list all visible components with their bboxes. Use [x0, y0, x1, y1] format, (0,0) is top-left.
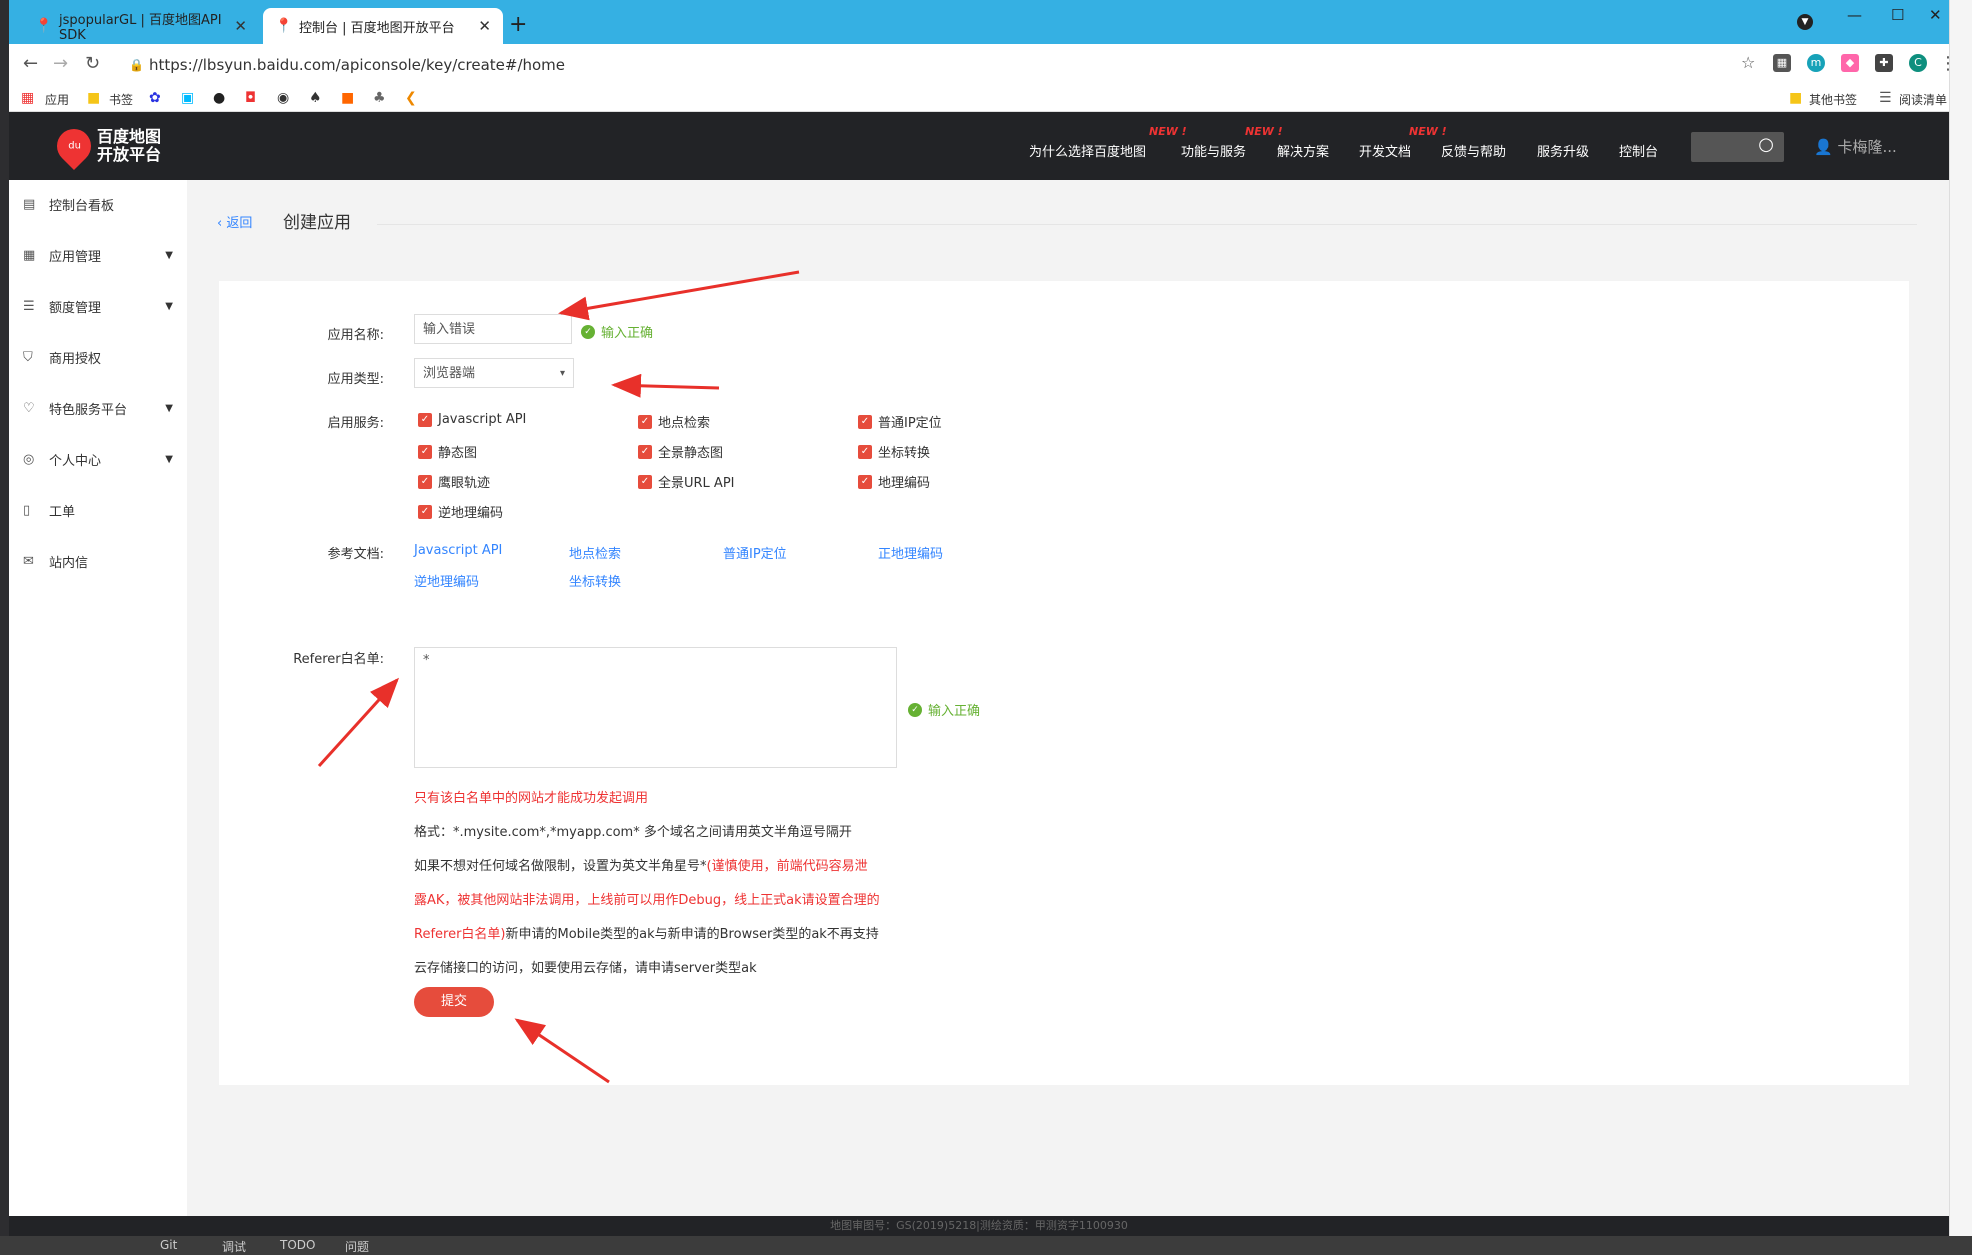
annotation-arrows — [317, 270, 800, 1084]
taskbar-todo[interactable]: TODO — [280, 1238, 315, 1252]
arrow-to-submit — [514, 1018, 610, 1084]
left-desktop-strip — [0, 0, 9, 1255]
arrow-to-app-name — [558, 270, 800, 321]
taskbar-problems[interactable]: 问题 — [345, 1238, 369, 1255]
right-scrollbar[interactable] — [1949, 0, 1972, 1255]
ide-taskbar: Git 调试 TODO 问题 — [0, 1236, 1972, 1255]
browser-window: 📍 jspopularGL | 百度地图API SDK ✕ 📍 控制台 | 百度… — [9, 0, 1949, 1236]
arrow-to-app-type — [611, 373, 720, 398]
taskbar-debug[interactable]: 调试 — [222, 1238, 246, 1255]
arrow-to-referer — [317, 677, 400, 768]
taskbar-git[interactable]: Git — [160, 1238, 177, 1252]
